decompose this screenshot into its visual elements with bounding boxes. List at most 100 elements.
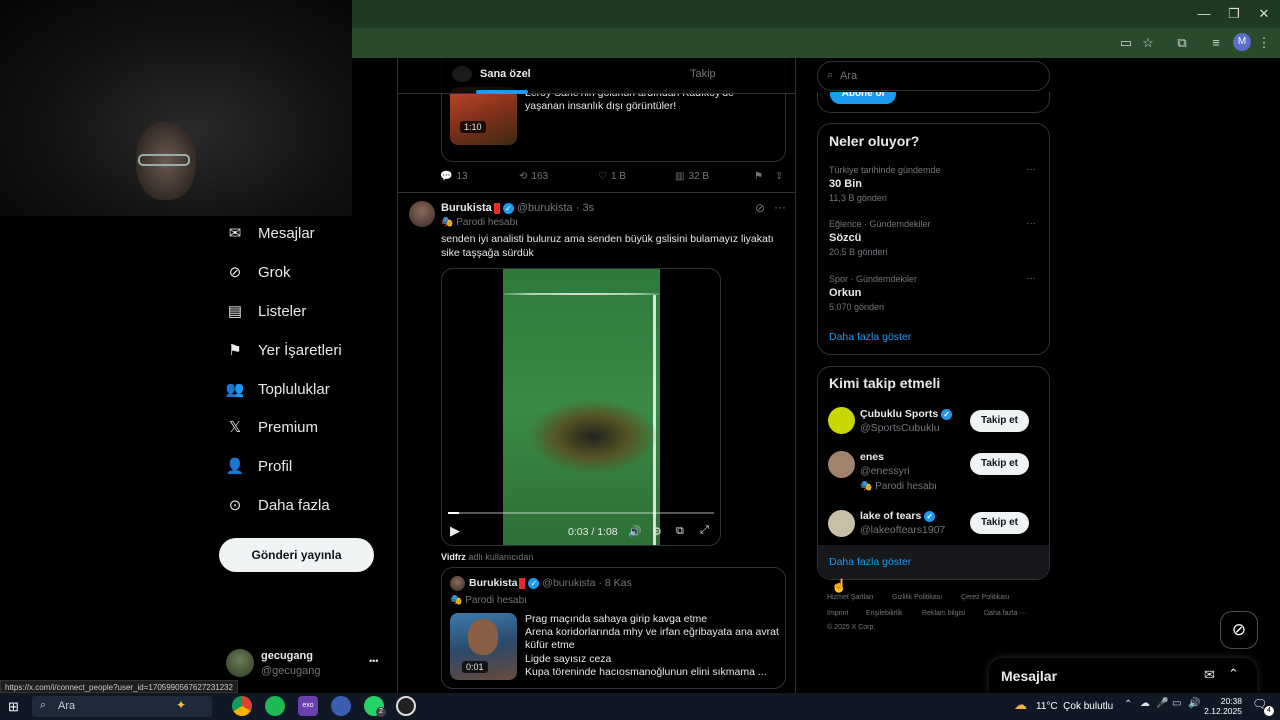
attribution-user[interactable]: Vidfrz xyxy=(441,552,466,562)
retweet-count: 163 xyxy=(531,171,549,182)
tab-for-you[interactable]: Sana özel xyxy=(480,68,531,80)
video-progress-track[interactable] xyxy=(448,512,714,514)
more-icon[interactable]: ··· xyxy=(1026,164,1036,175)
tray-chevron-icon[interactable]: ⌃ xyxy=(1124,699,1132,710)
minimize-button[interactable]: — xyxy=(1194,4,1214,24)
follow-suggestion[interactable]: enes @enessyri 🎭 Parodi hesabı Takip et xyxy=(818,447,1049,497)
volume-icon[interactable]: 🔊 xyxy=(628,525,642,538)
views-button[interactable]: ▥ 32 B xyxy=(675,171,709,182)
grok-floating-button[interactable]: ⊘ xyxy=(1220,611,1258,649)
taskbar-search[interactable]: ⌕ Ara ✦ xyxy=(32,696,212,717)
settings-icon[interactable]: ⚙ xyxy=(652,525,662,538)
footer-link[interactable]: Reklam bilgisi xyxy=(922,610,965,617)
grok-icon[interactable]: ⊘ xyxy=(755,201,765,215)
weather-text[interactable]: 11°C Çok bulutlu xyxy=(1036,701,1113,712)
menu-kebab-icon[interactable]: ⋮ xyxy=(1255,34,1273,52)
footer-link[interactable]: Imprint xyxy=(827,610,848,617)
more-icon[interactable]: ··· xyxy=(1026,273,1036,284)
author-name[interactable]: Burukista xyxy=(441,202,492,214)
fullscreen-icon[interactable]: ⤢ xyxy=(700,524,709,537)
clock[interactable]: 20:38 2.12.2025 xyxy=(1204,696,1242,716)
clock-time: 20:38 xyxy=(1220,696,1242,706)
video-thumbnail[interactable]: 0:01 xyxy=(450,613,517,680)
exo-app-icon[interactable]: exo xyxy=(298,696,318,716)
close-button[interactable]: ✕ xyxy=(1254,4,1274,24)
volume-icon[interactable]: 🔊 xyxy=(1188,698,1200,709)
show-more-row[interactable]: Daha fazla göster xyxy=(818,545,1049,579)
network-icon[interactable]: ▭ xyxy=(1172,698,1181,709)
retweet-button[interactable]: ⟲ 163 xyxy=(519,171,548,182)
spotify-icon[interactable] xyxy=(265,696,285,716)
avatar[interactable] xyxy=(409,201,435,227)
trend-count: 20,5 B gönderi xyxy=(829,247,888,257)
trend-name: Orkun xyxy=(829,287,862,299)
post-button[interactable]: Gönderi yayınla xyxy=(219,538,374,572)
search-placeholder: Ara xyxy=(840,70,858,82)
trend-item[interactable]: Spor · Gündemdekiler Orkun 5.070 gönderi… xyxy=(818,271,1049,323)
show-more-link[interactable]: Daha fazla göster xyxy=(829,331,911,343)
reply-button[interactable]: 💬 13 xyxy=(440,171,468,182)
chrome-icon[interactable] xyxy=(232,696,252,716)
tweet-time[interactable]: 3s xyxy=(582,202,594,214)
footer-link[interactable]: Çerez Politikası xyxy=(961,594,1010,601)
follow-button[interactable]: Takip et xyxy=(970,512,1029,534)
more-icon[interactable]: ··· xyxy=(1026,218,1036,229)
trend-count: 11,3 B gönderi xyxy=(829,193,887,203)
bookmark-star-icon[interactable]: ☆ xyxy=(1139,34,1157,52)
messages-drawer[interactable]: Mesajlar ✉ ⌃ xyxy=(989,658,1257,694)
show-more-link[interactable]: Daha fazla göster xyxy=(829,556,911,568)
extensions-icon[interactable]: ⧉ xyxy=(1173,34,1191,52)
nav-item-communities[interactable]: 👥 Topluluklar xyxy=(226,374,330,404)
avatar xyxy=(828,451,855,478)
attribution-suffix: adlı kullanıcıdan xyxy=(468,552,534,562)
nav-item-bookmarks[interactable]: ⚑ Yer İşaretleri xyxy=(226,335,341,365)
author-handle[interactable]: @burukista xyxy=(517,202,573,214)
tab-following[interactable]: Takip xyxy=(690,68,716,80)
app-icon[interactable] xyxy=(331,696,351,716)
account-switcher[interactable]: gecugang @gecugang ••• xyxy=(226,648,396,682)
more-icon[interactable]: ··· xyxy=(774,200,786,214)
trend-item[interactable]: Eğlence · Gündemdekiler Sözcü 20,5 B gön… xyxy=(818,216,1049,268)
nav-item-grok[interactable]: ⊘ Grok xyxy=(226,257,291,287)
x-app-icon[interactable] xyxy=(396,696,416,716)
cast-icon[interactable]: ▭ xyxy=(1117,34,1135,52)
cloud-icon[interactable]: ☁ xyxy=(1140,698,1150,709)
search-input[interactable]: ⌕ Ara xyxy=(817,61,1050,91)
restore-button[interactable]: ❐ xyxy=(1224,4,1244,24)
nav-item-more[interactable]: ⊙ Daha fazla xyxy=(226,490,330,520)
whatsapp-icon[interactable]: 2 xyxy=(364,696,386,717)
nav-item-messages[interactable]: ✉ Mesajlar xyxy=(226,218,315,248)
share-button[interactable]: ⇪ xyxy=(775,171,783,182)
follow-button[interactable]: Takip et xyxy=(970,453,1029,475)
footer-link[interactable]: Hizmet Şartları xyxy=(827,594,873,601)
follow-button[interactable]: Takip et xyxy=(970,410,1029,432)
trend-item[interactable]: Türkiye tarihinde gündemde 30 Bin 11,3 B… xyxy=(818,162,1049,214)
quote-tweet-card[interactable]: Burukista ✓ @burukista · 8 Kas 🎭 Parodi … xyxy=(441,567,786,689)
media-controls-icon[interactable]: ≡ xyxy=(1207,34,1225,52)
bookmark-button[interactable]: ⚑ xyxy=(754,171,763,182)
video-player[interactable]: ▶ 0:03 / 1:08 🔊 ⚙ ⧉ ⤢ xyxy=(441,268,721,546)
crowd-shape xyxy=(528,399,658,474)
profile-avatar[interactable]: M xyxy=(1233,33,1251,51)
mask-icon: 🎭 xyxy=(441,217,457,228)
footer-link[interactable]: Gizlilik Politikası xyxy=(892,594,942,601)
follow-suggestion[interactable]: Çubuklu Sports ✓ @SportsCubuklu Takip et xyxy=(818,403,1049,443)
pip-icon[interactable]: ⧉ xyxy=(676,525,684,538)
timeline-tabs: Sana özel Takip xyxy=(398,58,795,94)
microphone-icon[interactable]: 🎤 xyxy=(1156,698,1168,709)
video-thumbnail[interactable]: 1:10 xyxy=(450,87,517,145)
windows-start-icon[interactable]: ⊞ xyxy=(8,699,19,715)
footer-link[interactable]: Daha fazla ··· xyxy=(984,610,1026,617)
play-icon[interactable]: ▶ xyxy=(450,523,460,539)
footer-link[interactable]: Erişilebilirlik xyxy=(866,610,903,617)
nav-item-lists[interactable]: ▤ Listeler xyxy=(226,296,306,326)
like-button[interactable]: ♡ 1 B xyxy=(598,171,626,182)
nav-item-profile[interactable]: 👤 Profil xyxy=(226,451,293,481)
follow-suggestion[interactable]: lake of tears ✓ @lakeoftears1907 Takip e… xyxy=(818,507,1049,545)
grok-icon: ⊘ xyxy=(1231,620,1247,639)
nav-item-premium[interactable]: 𝕏 Premium xyxy=(226,412,318,442)
tweet-header: Burukista ✓ @burukista · 3s xyxy=(441,202,595,214)
new-message-icon[interactable]: ✉ xyxy=(1204,667,1215,683)
expand-icon[interactable]: ⌃ xyxy=(1228,666,1239,682)
trends-panel: Neler oluyor? Türkiye tarihinde gündemde… xyxy=(817,123,1050,355)
